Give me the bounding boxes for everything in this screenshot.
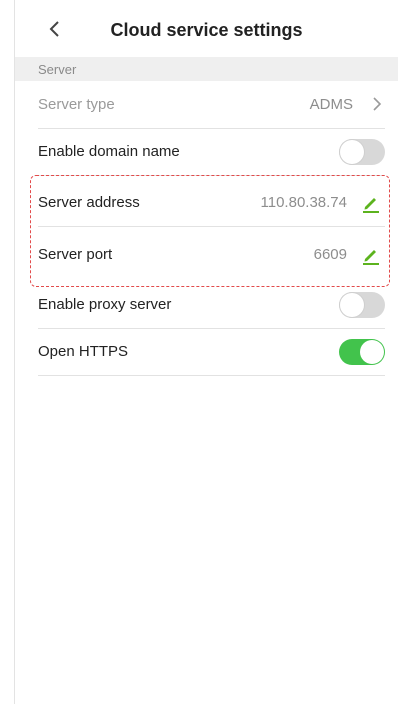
server-type-row[interactable]: Server type ADMS (15, 82, 385, 129)
chevron-right-icon (373, 97, 382, 111)
toggle-knob (340, 293, 364, 317)
server-type-label: Server type (38, 96, 115, 113)
server-address-row[interactable]: Server address 110.80.38.74 (15, 180, 385, 227)
pencil-icon[interactable] (361, 193, 381, 213)
server-address-value: 110.80.38.74 (260, 194, 347, 211)
server-port-row[interactable]: Server port 6609 (15, 232, 385, 279)
enable-domain-row: Enable domain name (15, 129, 385, 176)
enable-domain-toggle[interactable] (339, 139, 385, 165)
enable-proxy-row: Enable proxy server (15, 282, 385, 329)
row-divider (38, 375, 385, 376)
enable-domain-label: Enable domain name (38, 143, 180, 160)
toggle-knob (340, 140, 364, 164)
section-header-server: Server (15, 57, 398, 81)
page-title: Cloud service settings (110, 20, 303, 40)
top-bar: Cloud service settings (15, 0, 398, 60)
server-port-label: Server port (38, 246, 113, 263)
server-port-value: 6609 (313, 246, 347, 263)
open-https-row: Open HTTPS (15, 329, 385, 376)
enable-proxy-label: Enable proxy server (38, 296, 172, 313)
pencil-icon[interactable] (361, 245, 381, 265)
enable-proxy-toggle[interactable] (339, 292, 385, 318)
toggle-knob (360, 340, 384, 364)
row-divider (38, 175, 385, 176)
section-label: Server (38, 62, 77, 77)
open-https-toggle[interactable] (339, 339, 385, 365)
open-https-label: Open HTTPS (38, 343, 129, 360)
server-type-value: ADMS (309, 96, 353, 113)
row-divider (38, 226, 385, 227)
server-address-label: Server address (38, 194, 140, 211)
